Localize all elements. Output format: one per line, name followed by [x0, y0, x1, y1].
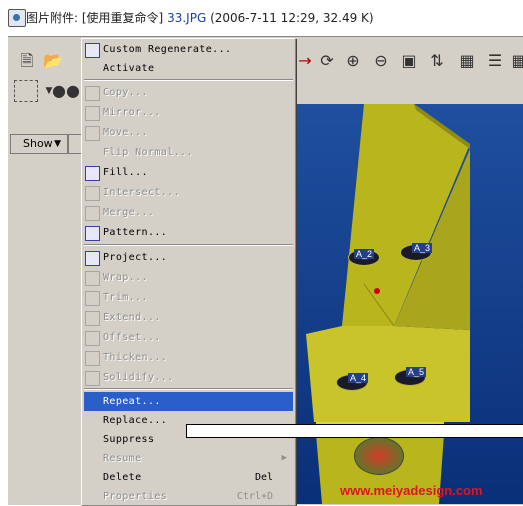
menu-item-flip-normal: Flip Normal...	[84, 143, 293, 162]
menu-item-label: Merge...	[103, 207, 155, 218]
zoom-out-icon[interactable]: ⊖	[370, 50, 392, 72]
reorient-icon[interactable]: ⇅	[426, 50, 448, 72]
menu-item-label: Extend...	[103, 312, 161, 323]
menu-item-move: Move...	[84, 123, 293, 142]
attachment-meta: (2006-7-11 12:29, 32.49 K)	[210, 11, 374, 25]
menu-item-custom-regenerate[interactable]: Custom Regenerate...	[84, 40, 293, 59]
attachment-prefix: 图片附件:	[26, 11, 79, 25]
selected-feature-highlight	[354, 437, 404, 475]
menu-item-extend: Extend...	[84, 308, 293, 327]
open-folder-icon[interactable]: 📂	[42, 50, 64, 72]
menu-item-shortcut: Ctrl+D	[236, 491, 273, 502]
menu-item-label: Flip Normal...	[103, 147, 193, 158]
menu-separator	[84, 79, 293, 81]
solidify-icon	[85, 371, 100, 386]
menu-item-label: Repeat...	[103, 396, 161, 407]
pattern-icon	[85, 226, 100, 241]
regenerate-icon	[85, 43, 100, 58]
axis-label: A_2	[354, 249, 375, 259]
bent-sheet-model	[306, 104, 470, 504]
saved-views-icon[interactable]: ▦	[456, 50, 478, 72]
chevron-down-icon: ▼	[54, 139, 61, 149]
menu-item-trim: Trim...	[84, 288, 293, 307]
menu-item-solidify: Solidify...	[84, 368, 293, 387]
menu-item-intersect: Intersect...	[84, 183, 293, 202]
menu-item-wrap: Wrap...	[84, 268, 293, 287]
menu-item-label: Thicken...	[103, 352, 168, 363]
refit-icon[interactable]: ▣	[398, 50, 420, 72]
fill-icon	[85, 166, 100, 181]
menu-item-delete[interactable]: Delete Del	[84, 468, 293, 487]
menu-item-label: Project...	[103, 252, 168, 263]
intersect-icon	[85, 186, 100, 201]
menu-item-label: Activate	[103, 63, 155, 74]
menu-item-project[interactable]: Project...	[84, 248, 293, 267]
display-style-icon[interactable]: ▦	[508, 50, 523, 72]
menu-item-label: Trim...	[103, 292, 148, 303]
new-file-icon[interactable]: 🗎	[16, 50, 38, 72]
show-button[interactable]: Show ▼	[10, 134, 68, 154]
spin-center-icon[interactable]: ⟳	[316, 50, 338, 72]
menu-item-properties: Properties Ctrl+D	[84, 487, 293, 506]
attachment-filename[interactable]: 33.JPG	[167, 11, 206, 25]
wrap-icon	[85, 271, 100, 286]
menu-item-label: Custom Regenerate...	[103, 44, 232, 55]
menu-item-label: Offset...	[103, 332, 161, 343]
menu-item-label: Intersect...	[103, 187, 181, 198]
menu-item-label: Mirror...	[103, 107, 161, 118]
mirror-icon	[85, 106, 100, 121]
menu-separator	[84, 388, 293, 390]
menu-item-label: Move...	[103, 127, 148, 138]
project-icon	[85, 251, 100, 266]
menu-item-label: Copy...	[103, 87, 148, 98]
menu-separator	[84, 244, 293, 246]
thicken-icon	[85, 351, 100, 366]
attachment-title: [使用重复命令]	[81, 11, 164, 25]
attachment-header: 图片附件: [使用重复命令] 33.JPG (2006-7-11 12:29, …	[0, 0, 523, 36]
zoom-in-icon[interactable]: ⊕	[342, 50, 364, 72]
extend-icon	[85, 311, 100, 326]
move-icon	[85, 126, 100, 141]
menu-item-shortcut: Del	[254, 472, 273, 483]
axis-label: A_3	[412, 243, 433, 253]
menu-item-label: Fill...	[103, 167, 148, 178]
menu-item-offset: Offset...	[84, 328, 293, 347]
menu-item-label: Solidify...	[103, 372, 174, 383]
menu-item-label: Properties	[103, 491, 168, 502]
watermark: www.meiyadesign.com	[340, 483, 483, 498]
select-box-icon[interactable]	[14, 80, 38, 102]
menu-item-fill[interactable]: Fill...	[84, 163, 293, 182]
menu-item-label: Suppress	[103, 434, 155, 445]
offset-icon	[85, 331, 100, 346]
menu-item-thicken: Thicken...	[84, 348, 293, 367]
sketch-tool-icon[interactable]: →	[294, 50, 316, 72]
layers-icon[interactable]: ☰	[484, 50, 506, 72]
axis-label: A_4	[348, 373, 369, 383]
submenu-arrow-icon: ▶	[281, 453, 287, 463]
menu-item-label: Replace...	[103, 415, 168, 426]
trim-icon	[85, 291, 100, 306]
menu-item-label: Delete	[103, 472, 142, 483]
image-attachment-icon	[8, 9, 26, 27]
menu-item-label: Resume	[103, 453, 142, 464]
merge-icon	[85, 206, 100, 221]
menu-item-pattern[interactable]: Pattern...	[84, 223, 293, 242]
csys-origin-icon	[374, 288, 380, 294]
menu-item-resume: Resume ▶	[84, 449, 293, 468]
menu-item-copy: Copy...	[84, 83, 293, 102]
menu-item-repeat[interactable]: Repeat...	[84, 392, 293, 411]
attachment-caption: 图片附件: [使用重复命令] 33.JPG (2006-7-11 12:29, …	[26, 9, 374, 26]
axis-label: A_5	[406, 367, 427, 377]
copy-icon	[85, 86, 100, 101]
menu-item-merge: Merge...	[84, 203, 293, 222]
binoculars-icon[interactable]: ●●	[52, 80, 80, 102]
message-field	[186, 424, 523, 438]
menu-item-label: Wrap...	[103, 272, 148, 283]
menu-item-label: Pattern...	[103, 227, 168, 238]
model-viewport[interactable]: A_2 A_3 A_4 A_5	[294, 104, 523, 504]
menu-item-mirror: Mirror...	[84, 103, 293, 122]
menu-item-activate[interactable]: Activate	[84, 59, 293, 78]
